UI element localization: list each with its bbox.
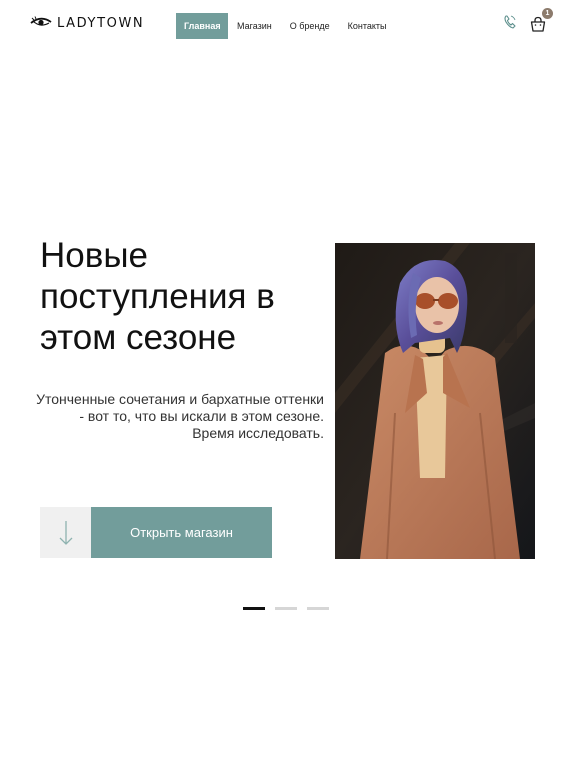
arrow-down-icon (59, 520, 72, 545)
site-header: LADYTOWN Главная Магазин О бренде Контак… (0, 0, 572, 50)
cart-count-badge: 1 (542, 8, 553, 19)
hero-image (335, 243, 535, 559)
cta-group: Открыть магазин (40, 507, 272, 558)
phone-icon[interactable] (503, 14, 517, 30)
scroll-down-button[interactable] (40, 507, 91, 558)
shopping-bag-icon (530, 16, 546, 32)
hero-title: Новые поступления в этом сезоне (40, 236, 275, 357)
nav-item-shop[interactable]: Магазин (228, 13, 281, 39)
brand-logo[interactable]: LADYTOWN (30, 13, 144, 33)
nav-item-contacts[interactable]: Контакты (339, 13, 396, 39)
nav-item-home[interactable]: Главная (176, 13, 228, 39)
slider-dot-2[interactable] (275, 607, 297, 610)
slider-dot-3[interactable] (307, 607, 329, 610)
open-shop-button[interactable]: Открыть магазин (91, 507, 272, 558)
cart-button[interactable]: 1 (529, 8, 553, 34)
brand-name: LADYTOWN (57, 15, 145, 31)
nav-item-about[interactable]: О бренде (281, 13, 339, 39)
slider-dots (243, 607, 339, 610)
hero-description: Утонченные сочетания и бархатные оттенки… (36, 391, 324, 441)
eye-icon (30, 16, 52, 26)
main-nav: Главная Магазин О бренде Контакты (176, 13, 396, 39)
slider-dot-1[interactable] (243, 607, 265, 610)
woman-in-coat-photo (335, 243, 535, 559)
